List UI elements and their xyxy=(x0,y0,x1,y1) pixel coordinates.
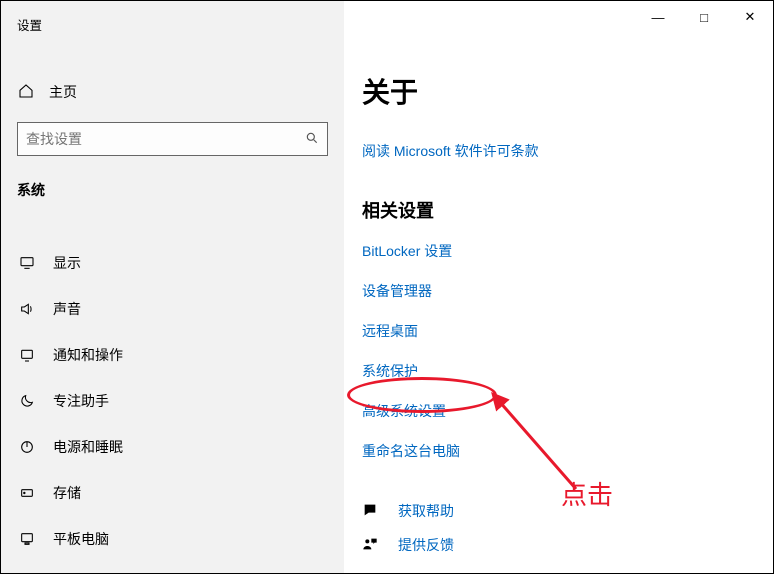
speaker-icon xyxy=(17,301,37,317)
related-settings-heading: 相关设置 xyxy=(362,197,773,223)
tablet-icon xyxy=(17,531,37,547)
sidebar-item-notifications[interactable]: 通知和操作 xyxy=(1,332,344,378)
power-icon xyxy=(17,439,37,455)
sidebar-item-storage[interactable]: 存储 xyxy=(1,470,344,516)
search-icon xyxy=(305,131,319,148)
sidebar-item-focus[interactable]: 专注助手 xyxy=(1,378,344,424)
sidebar-item-label: 存储 xyxy=(53,483,81,503)
page-title: 关于 xyxy=(362,71,773,111)
get-help-link[interactable]: 获取帮助 xyxy=(362,501,773,521)
advanced-system-settings-link[interactable]: 高级系统设置 xyxy=(362,401,446,421)
sidebar: 设置 主页 系统 显示 声 xyxy=(1,1,344,573)
close-button[interactable]: ✕ xyxy=(727,1,773,33)
rename-pc-link[interactable]: 重命名这台电脑 xyxy=(362,441,773,461)
search-box[interactable] xyxy=(17,122,328,156)
sidebar-item-label: 电源和睡眠 xyxy=(53,437,123,457)
home-nav[interactable]: 主页 xyxy=(1,72,344,112)
window-title: 设置 xyxy=(1,1,344,42)
sidebar-item-display[interactable]: 显示 xyxy=(1,240,344,286)
minimize-button[interactable]: — xyxy=(635,1,681,33)
bitlocker-link[interactable]: BitLocker 设置 xyxy=(362,241,773,261)
sidebar-item-power[interactable]: 电源和睡眠 xyxy=(1,424,344,470)
sidebar-item-label: 声音 xyxy=(53,299,81,319)
moon-icon xyxy=(17,393,37,409)
window-controls: — □ ✕ xyxy=(635,1,773,33)
license-link[interactable]: 阅读 Microsoft 软件许可条款 xyxy=(362,141,773,161)
storage-icon xyxy=(17,485,37,501)
sidebar-item-label: 平板电脑 xyxy=(53,529,109,549)
maximize-button[interactable]: □ xyxy=(681,1,727,33)
main-content: — □ ✕ 关于 阅读 Microsoft 软件许可条款 相关设置 BitLoc… xyxy=(344,1,773,573)
sidebar-item-label: 显示 xyxy=(53,253,81,273)
system-protection-link[interactable]: 系统保护 xyxy=(362,361,773,381)
notification-icon xyxy=(17,347,37,363)
home-icon xyxy=(17,83,35,102)
get-help-label: 获取帮助 xyxy=(398,501,454,521)
sidebar-item-label: 通知和操作 xyxy=(53,345,123,365)
sidebar-item-label: 专注助手 xyxy=(53,391,109,411)
search-input[interactable] xyxy=(26,131,305,147)
feedback-label: 提供反馈 xyxy=(398,535,454,555)
remote-desktop-link[interactable]: 远程桌面 xyxy=(362,321,773,341)
category-label: 系统 xyxy=(1,170,344,214)
sidebar-item-tablet[interactable]: 平板电脑 xyxy=(1,516,344,562)
chat-icon xyxy=(362,502,380,521)
monitor-icon xyxy=(17,255,37,271)
device-manager-link[interactable]: 设备管理器 xyxy=(362,281,773,301)
feedback-link[interactable]: 提供反馈 xyxy=(362,535,773,555)
home-label: 主页 xyxy=(49,82,77,102)
person-chat-icon xyxy=(362,536,380,555)
sidebar-item-sound[interactable]: 声音 xyxy=(1,286,344,332)
